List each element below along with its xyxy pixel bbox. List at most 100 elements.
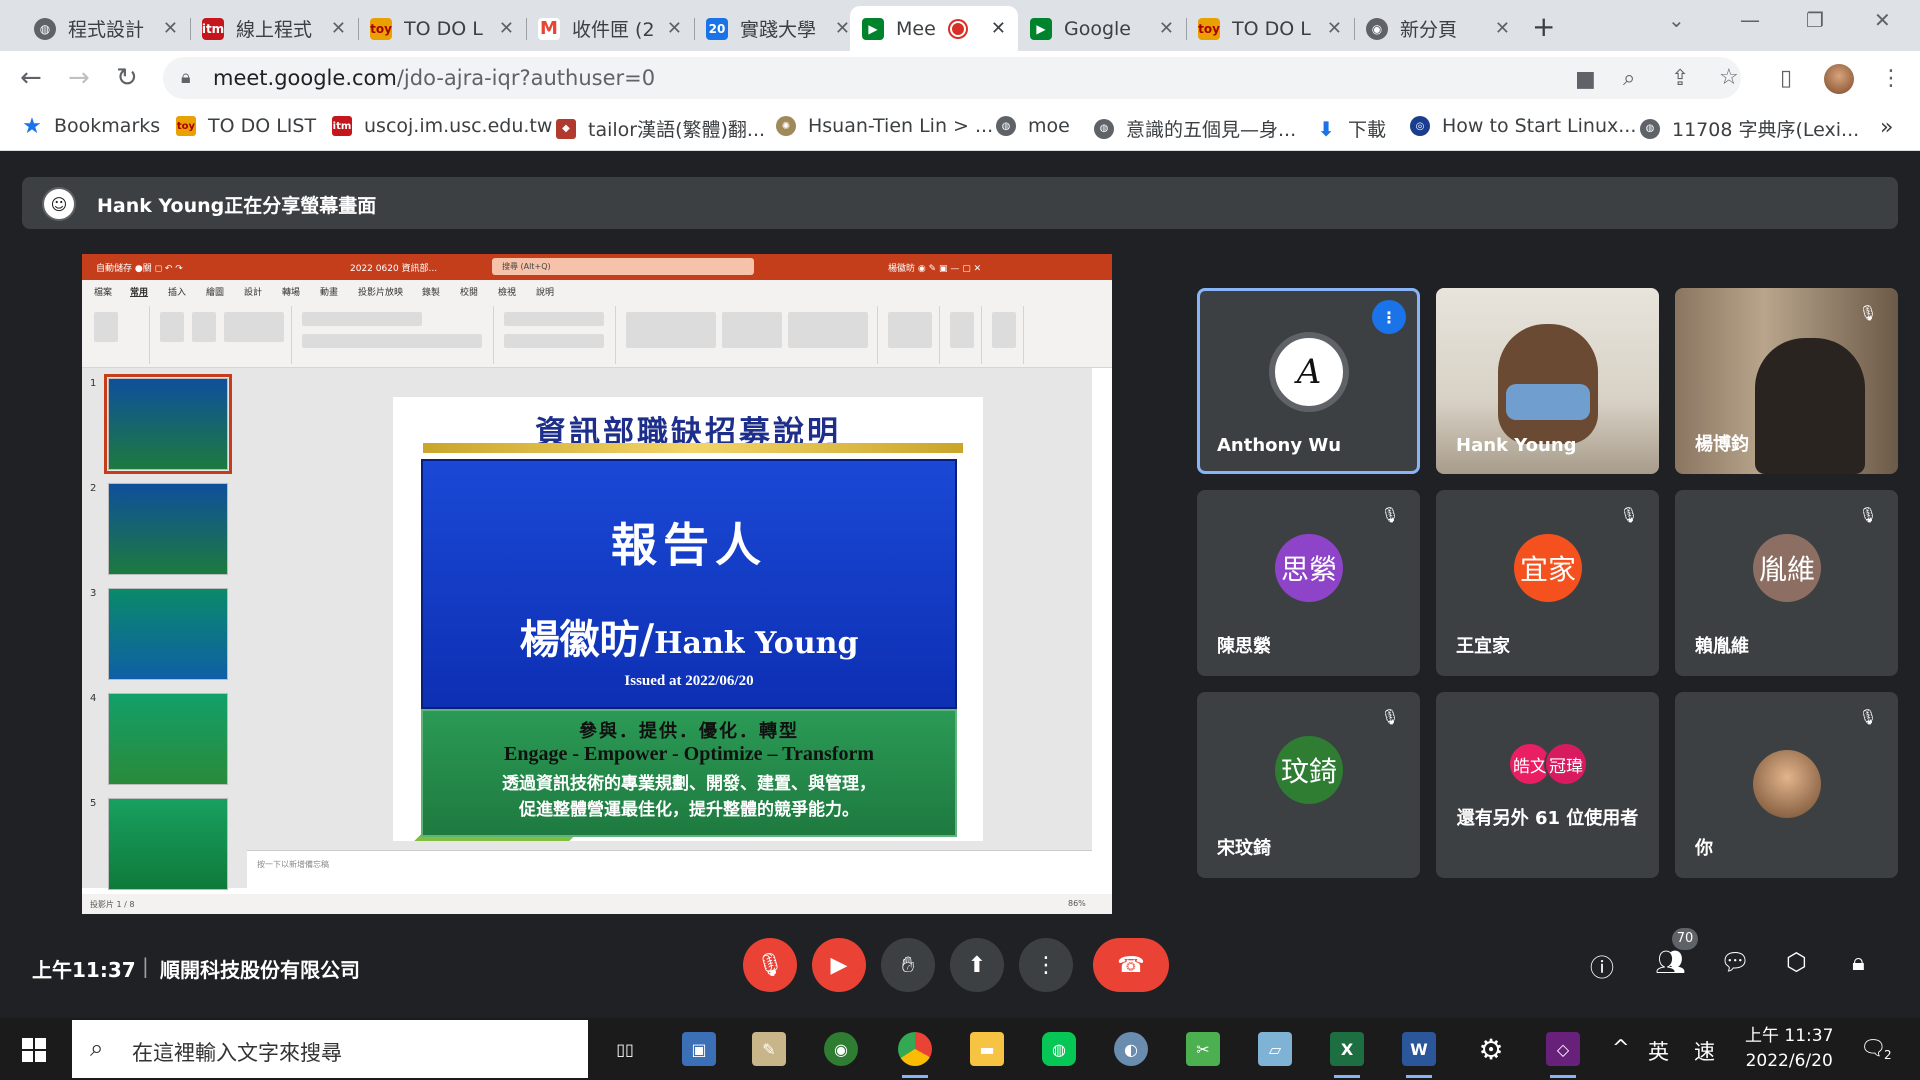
slide-thumbnail[interactable] [104,374,232,474]
participant-avatar: 宜家 [1514,534,1582,602]
host-controls-icon[interactable]: 🔒︎ [1852,948,1865,976]
bookmark-item[interactable]: ◍ 11708 字典序(Lexi... [1640,115,1859,142]
notifications-icon[interactable]: 🗨︎ [1860,1036,1887,1061]
menu-icon[interactable]: ⋮ [1880,66,1902,91]
browser-tab[interactable]: ◉ 新分頁 ✕ [1354,6,1522,51]
line-app-icon[interactable]: ◍ [1042,1032,1076,1066]
taskbar-search-box[interactable]: ⌕ 在這裡輸入文字來搜尋 [72,1020,588,1078]
side-panel-icon[interactable]: ▯ [1780,66,1792,91]
participant-tile[interactable]: 宜家 🎙︎ 王宜家 [1436,490,1659,676]
present-screen-button[interactable]: ⬆ [950,938,1004,992]
participant-tile[interactable]: 胤維 🎙︎ 賴胤維 [1675,490,1898,676]
file-explorer-icon[interactable]: ▬ [970,1032,1004,1066]
forward-icon[interactable]: → [68,63,90,93]
browser-tab-strip: ◍ 程式設計 ✕ itm 線上程式 ✕ toy TO DO L ✕ M 收件匣 … [0,0,1920,51]
bookmark-item[interactable]: ◍ 意識的五個見—身... [1094,115,1296,142]
chrome-app-icon[interactable] [898,1032,932,1078]
close-window-button[interactable]: ✕ [1874,8,1891,32]
zoom-icon[interactable]: ⌕ [1623,66,1635,91]
activities-icon[interactable]: ⬡ [1786,948,1807,976]
snip-app-icon[interactable]: ✂ [1186,1032,1220,1066]
notepad-app-icon[interactable]: ✎ [752,1032,786,1066]
restore-button[interactable]: ❐ [1806,8,1824,32]
browser-tab[interactable]: toy TO DO L ✕ [1186,6,1355,51]
task-view-icon[interactable]: ▯▯ [608,1032,642,1066]
tab-search-icon[interactable]: ⌄ [1668,8,1685,32]
bookmark-item[interactable]: ⬇ 下載 [1316,115,1386,142]
browser-tab[interactable]: ▶ Google ✕ [1018,6,1187,51]
browser-tab[interactable]: M 收件匣 (2 ✕ [526,6,695,51]
slide-issued-date: Issued at 2022/06/20 [624,673,754,689]
bookmark-item[interactable]: toy TO DO LIST [176,115,316,137]
back-icon[interactable]: ← [20,63,42,93]
reload-icon[interactable]: ↻ [116,63,138,93]
android-studio-icon[interactable]: ◉ [824,1032,858,1066]
browser-tab[interactable]: toy TO DO L ✕ [358,6,527,51]
bookmark-item[interactable]: ◎ How to Start Linux... [1410,115,1636,137]
browser-tab-active[interactable]: ▶ Mee ✕ [850,6,1018,51]
participant-tile-self[interactable]: 🎙︎ 你 [1675,692,1898,878]
camera-blocked-icon[interactable]: ■ [1575,67,1596,92]
participant-tile[interactable]: 🎙︎ 楊博鈞 [1675,288,1898,474]
slide-thumbnail[interactable] [108,483,228,575]
people-icon[interactable]: 👥︎ [1655,948,1685,976]
slide-thumbnail[interactable] [108,693,228,785]
notes-app-icon[interactable]: ▱ [1258,1032,1292,1066]
taskbar-clock[interactable]: 上午 11:37 2022/6/20 [1745,1024,1833,1074]
bookmark-item[interactable]: ◆ tailor漢語(繁體)翻... [556,115,765,142]
paint-app-icon[interactable]: ◐ [1114,1032,1148,1066]
mic-toggle-button[interactable]: 🎙︎ [743,938,797,992]
more-options-button[interactable]: ⋮ [1019,938,1073,992]
participant-tile[interactable]: 玟錡 🎙︎ 宋玟錡 [1197,692,1420,878]
close-tab-icon[interactable]: ✕ [1159,18,1174,39]
bookmark-item[interactable]: ✺ Hsuan-Tien Lin > ... [776,115,993,137]
new-tab-button[interactable]: + [1532,10,1555,43]
close-tab-icon[interactable]: ✕ [1495,18,1510,39]
more-bookmarks-icon[interactable]: » [1880,115,1893,140]
visual-studio-icon[interactable]: ◇ [1546,1032,1580,1078]
computer-app-icon[interactable]: ▣ [682,1032,716,1066]
self-video [1753,750,1821,818]
camera-toggle-button[interactable]: ▶ [812,938,866,992]
bookmark-item[interactable]: itm uscoj.im.usc.edu.tw [332,115,552,137]
word-app-icon[interactable]: W [1402,1032,1436,1078]
ime-language-indicator[interactable]: 英 [1648,1036,1669,1066]
lock-icon[interactable]: 🔒︎ [181,67,191,88]
participant-tile[interactable]: A ⋮ Anthony Wu [1197,288,1420,474]
bookmarks-bar: ★ Bookmarks toy TO DO LIST itm uscoj.im.usc… [0,105,1920,151]
excel-app-icon[interactable]: X [1330,1032,1364,1078]
chat-icon[interactable]: 💬︎ [1720,948,1750,976]
meeting-info-icon[interactable]: ⓘ [1590,948,1614,983]
ppt-search-input[interactable]: 搜尋 (Alt+Q) [492,258,754,275]
ime-mode-icon[interactable]: 速 [1694,1036,1715,1066]
address-bar[interactable]: 🔒︎ meet.google.com/jdo-ajra-iqr?authuser… [163,57,1741,99]
close-tab-icon[interactable]: ✕ [499,18,514,39]
minimize-button[interactable]: — [1740,8,1760,32]
bookmark-item[interactable]: ★ Bookmarks [22,114,160,139]
participant-tile[interactable]: 思縈 🎙︎ 陳思縈 [1197,490,1420,676]
close-tab-icon[interactable]: ✕ [835,18,850,39]
browser-tab[interactable]: 20 實踐大學 ✕ [694,6,862,51]
windows-start-icon[interactable] [22,1038,46,1062]
share-icon[interactable]: ⇪ [1671,66,1689,91]
close-tab-icon[interactable]: ✕ [163,18,178,39]
raise-hand-button[interactable]: ✋︎ [881,938,935,992]
participant-tile[interactable]: Hank Young [1436,288,1659,474]
participant-avatar: 玟錡 [1275,736,1343,804]
bookmark-star-icon[interactable]: ☆ [1719,65,1739,90]
more-participants-tile[interactable]: 皓文 冠瑋 還有另外 61 位使用者 [1436,692,1659,878]
settings-app-icon[interactable]: ⚙ [1474,1032,1508,1066]
bookmark-item[interactable]: ◍ moe [996,115,1070,137]
close-tab-icon[interactable]: ✕ [667,18,682,39]
profile-avatar[interactable] [1824,64,1854,94]
ppt-notes-pane[interactable]: 按一下以新增備忘稿 [247,850,1092,894]
close-tab-icon[interactable]: ✕ [331,18,346,39]
browser-tab[interactable]: ◍ 程式設計 ✕ [22,6,191,51]
close-tab-icon[interactable]: ✕ [991,18,1006,39]
slide-thumbnail[interactable] [108,798,228,890]
tray-overflow-icon[interactable]: ^ [1612,1036,1630,1060]
close-tab-icon[interactable]: ✕ [1327,18,1342,39]
leave-call-button[interactable]: ☎ [1093,938,1169,992]
slide-thumbnail[interactable] [108,588,228,680]
browser-tab[interactable]: itm 線上程式 ✕ [190,6,359,51]
